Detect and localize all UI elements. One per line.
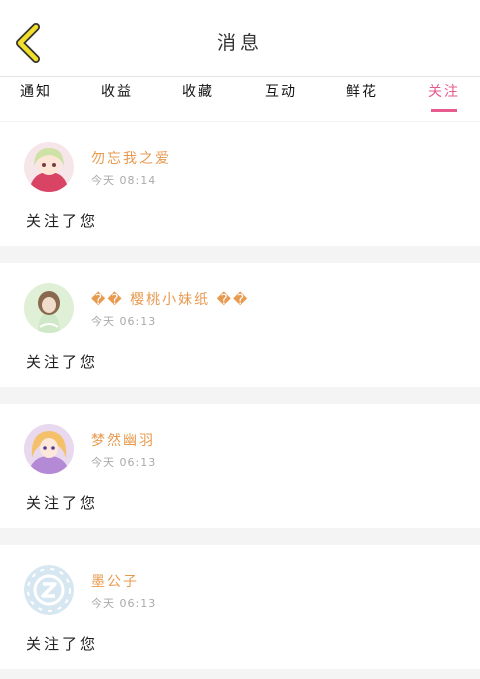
avatar[interactable] [24,565,74,615]
page-title: 消息 [216,32,263,54]
avatar[interactable] [24,142,74,192]
timestamp: 今天 06:13 [91,456,157,469]
tab-earnings[interactable]: 收益 [87,77,147,121]
tab-favorites[interactable]: 收藏 [168,77,228,121]
timestamp: 今天 08:14 [91,174,157,187]
user-name[interactable]: 勿忘我之爱 [91,148,171,168]
message-text: 关注了您 [26,494,99,512]
list-item[interactable]: 勿忘我之爱 今天 08:14 关注了您 [0,122,480,246]
anime-girl-avatar-icon [24,142,74,192]
list-item[interactable]: 墨公子 今天 06:13 关注了您 [0,545,480,669]
tab-bar: 通知 收益 收藏 互动 鲜花 关注 [0,77,480,121]
timestamp: 今天 06:13 [91,597,157,610]
top-bar: 消息 [0,0,480,77]
tab-interactions[interactable]: 互动 [251,77,311,121]
message-text: 关注了您 [26,353,99,371]
list-item[interactable]: 梦然幽羽 今天 06:13 关注了您 [0,404,480,528]
list-item[interactable]: �� 樱桃小妹纸 �� 今天 06:13 关注了您 [0,263,480,387]
user-name[interactable]: 梦然幽羽 [91,430,155,450]
tab-following[interactable]: 关注 [414,77,474,121]
active-tab-indicator [431,109,457,112]
default-avatar-icon [24,565,74,615]
timestamp: 今天 06:13 [91,315,157,328]
message-text: 关注了您 [26,212,99,230]
anime-girl-avatar-icon [24,424,74,474]
user-name[interactable]: 墨公子 [91,571,139,591]
girl-photo-avatar-icon [24,283,74,333]
message-text: 关注了您 [26,635,99,653]
avatar[interactable] [24,424,74,474]
user-name[interactable]: �� 樱桃小妹纸 �� [91,289,249,309]
avatar[interactable] [24,283,74,333]
tab-notifications[interactable]: 通知 [6,77,66,121]
tab-flowers[interactable]: 鲜花 [332,77,392,121]
